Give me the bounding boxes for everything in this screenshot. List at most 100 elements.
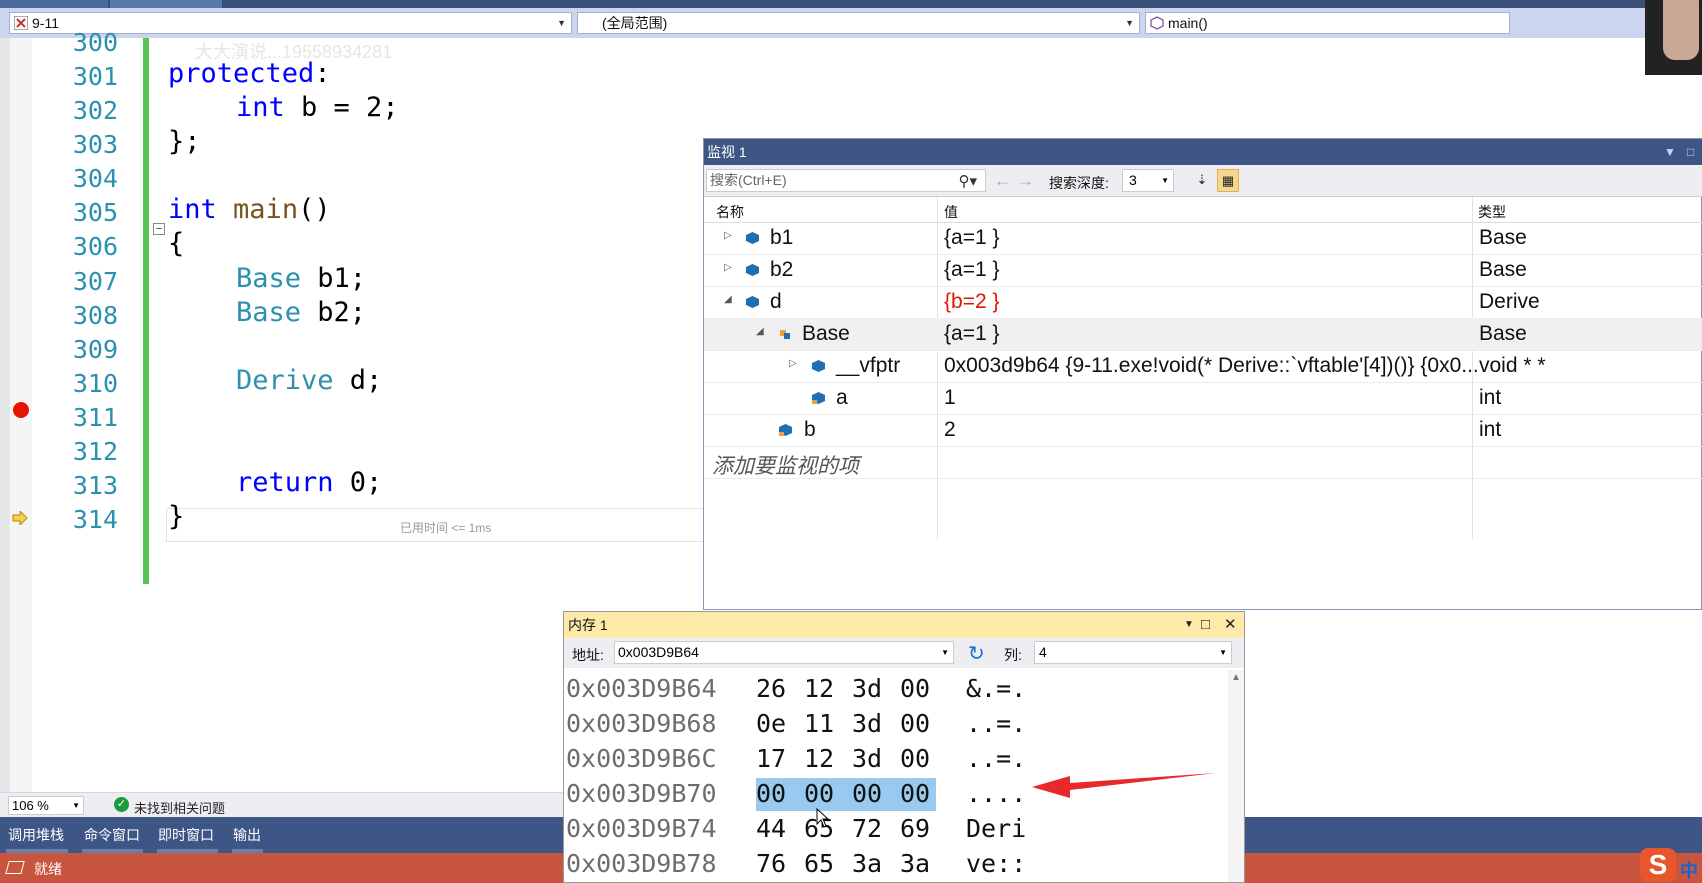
memory-byte[interactable]: 3d bbox=[852, 709, 882, 738]
memory-byte[interactable]: 12 bbox=[804, 744, 834, 773]
watch-row[interactable]: ◢ d {b=2 } Derive bbox=[704, 287, 1702, 319]
memory-byte[interactable]: 11 bbox=[804, 709, 834, 738]
status-ready-text: 就绪 bbox=[34, 861, 62, 877]
memory-byte[interactable]: 00 bbox=[804, 779, 834, 808]
maximize-icon[interactable]: □ bbox=[1201, 612, 1210, 638]
memory-byte[interactable]: 3a bbox=[900, 849, 930, 878]
memory-byte[interactable]: 3a bbox=[852, 849, 882, 878]
expand-arrow-icon[interactable]: ▷ bbox=[789, 358, 797, 369]
header-name[interactable]: 名称 bbox=[716, 202, 744, 222]
line-number: 311 bbox=[72, 403, 118, 432]
memory-title-bar: 内存 1 ▼ □ ✕ bbox=[564, 612, 1244, 638]
line-number: 312 bbox=[72, 437, 118, 466]
ime-mode-badge[interactable]: 中 bbox=[1680, 857, 1698, 883]
code-text: b1; bbox=[301, 263, 367, 294]
memory-byte[interactable]: 69 bbox=[900, 814, 930, 843]
line-number: 301 bbox=[72, 62, 118, 91]
line-number: 310 bbox=[72, 369, 118, 398]
watch-row[interactable]: ▷ b2 {a=1 } Base bbox=[704, 255, 1702, 287]
memory-byte[interactable]: 00 bbox=[900, 744, 930, 773]
type-name: Base bbox=[236, 297, 302, 328]
issues-label[interactable]: 未找到相关问题 bbox=[134, 798, 225, 817]
header-type[interactable]: 类型 bbox=[1478, 202, 1506, 222]
variable-icon bbox=[746, 232, 759, 244]
watch-row[interactable]: ▷ b1 {a=1 } Base bbox=[704, 223, 1702, 255]
watch-title-bar: 监视 1 ▼ □ bbox=[704, 139, 1702, 165]
tab-call-stack[interactable]: 调用堆栈 bbox=[8, 825, 64, 845]
watch-row[interactable]: ▷ __vfptr 0x003d9b64 {9-11.exe!void(* De… bbox=[704, 351, 1702, 383]
expand-arrow-icon[interactable]: ▷ bbox=[724, 262, 732, 273]
address-input[interactable]: 0x003D9B64 ▼ bbox=[614, 641, 954, 664]
status-ready-icon bbox=[5, 861, 25, 874]
line-number: 302 bbox=[72, 96, 118, 125]
memory-address: 0x003D9B6C bbox=[566, 744, 717, 773]
memory-byte[interactable]: 00 bbox=[756, 779, 786, 808]
scroll-up-icon[interactable]: ▲ bbox=[1231, 672, 1241, 683]
code-text: 0; bbox=[333, 467, 383, 498]
memory-byte[interactable]: 00 bbox=[900, 709, 930, 738]
memory-byte[interactable]: 3d bbox=[852, 674, 882, 703]
collapse-arrow-icon[interactable]: ◢ bbox=[724, 294, 732, 305]
ime-logo-icon[interactable]: S bbox=[1640, 848, 1676, 882]
header-value[interactable]: 值 bbox=[944, 202, 958, 222]
watch-row[interactable]: ◢ Base {a=1 } Base bbox=[704, 319, 1702, 351]
tab-output[interactable]: 输出 bbox=[233, 825, 261, 845]
columns-combo[interactable]: 4 ▼ bbox=[1034, 641, 1232, 664]
memory-byte[interactable]: 17 bbox=[756, 744, 786, 773]
dropdown-icon[interactable]: ▼ bbox=[1664, 139, 1676, 165]
memory-byte[interactable]: 65 bbox=[804, 849, 834, 878]
collapse-arrow-icon[interactable]: ◢ bbox=[756, 326, 764, 337]
add-watch-placeholder[interactable]: 添加要监视的项 bbox=[712, 450, 859, 480]
code-line-307: Base b1; bbox=[236, 263, 366, 294]
memory-byte[interactable]: 44 bbox=[756, 814, 786, 843]
memory-byte[interactable]: 0e bbox=[756, 709, 786, 738]
code-text: b2; bbox=[301, 297, 367, 328]
hex-display-icon[interactable]: ▦ bbox=[1217, 169, 1239, 192]
breakpoint-icon[interactable] bbox=[13, 402, 29, 418]
memory-byte[interactable]: 00 bbox=[900, 779, 930, 808]
watch-name: a bbox=[836, 386, 848, 409]
search-depth-combo[interactable]: 3 ▼ bbox=[1122, 169, 1174, 192]
memory-byte[interactable]: 72 bbox=[852, 814, 882, 843]
protected-field-icon bbox=[812, 392, 825, 404]
expand-arrow-icon[interactable]: ▷ bbox=[724, 230, 732, 241]
memory-byte[interactable]: 76 bbox=[756, 849, 786, 878]
current-statement-arrow-icon bbox=[12, 511, 28, 525]
search-icon[interactable]: ⚲▾ bbox=[958, 171, 977, 192]
collapse-toggle[interactable]: − bbox=[153, 223, 165, 235]
back-arrow-icon[interactable]: ← bbox=[994, 171, 1011, 191]
watch-search-input[interactable]: 搜索(Ctrl+E) ⚲▾ bbox=[706, 169, 986, 192]
code-text: : bbox=[314, 58, 331, 89]
code-text: d; bbox=[333, 365, 383, 396]
scope-combo[interactable]: (全局范围) ▼ bbox=[577, 12, 1140, 34]
memory-byte[interactable]: 00 bbox=[852, 779, 882, 808]
function-combo[interactable]: main() bbox=[1145, 12, 1510, 34]
code-text: () bbox=[298, 194, 331, 225]
doc-tab-2[interactable] bbox=[110, 0, 222, 8]
doc-tab-1[interactable] bbox=[0, 0, 108, 8]
zoom-combo[interactable]: 106 % ▼ bbox=[8, 796, 84, 815]
memory-byte[interactable]: 3d bbox=[852, 744, 882, 773]
watch-row[interactable]: a 1 int bbox=[704, 383, 1702, 415]
pin-filter-icon[interactable]: ⇣ bbox=[1191, 169, 1213, 192]
line-number: 313 bbox=[72, 471, 118, 500]
close-icon[interactable]: ✕ bbox=[1224, 612, 1237, 638]
forward-arrow-icon[interactable]: → bbox=[1017, 171, 1034, 191]
refresh-icon[interactable]: ↻ bbox=[968, 641, 985, 666]
memory-scrollbar[interactable]: ▲ bbox=[1228, 670, 1244, 882]
memory-line: 0x003D9B74 44 65 72 69 Deri bbox=[564, 812, 1026, 847]
memory-byte[interactable]: 26 bbox=[756, 674, 786, 703]
tab-immediate-window[interactable]: 即时窗口 bbox=[158, 825, 214, 845]
watch-type: Base bbox=[1479, 226, 1527, 249]
add-watch-row[interactable]: 添加要监视的项 bbox=[704, 447, 1702, 479]
keyword: int bbox=[236, 92, 285, 123]
dropdown-icon[interactable]: ▼ bbox=[1184, 612, 1194, 638]
memory-byte[interactable]: 00 bbox=[900, 674, 930, 703]
memory-byte[interactable]: 12 bbox=[804, 674, 834, 703]
variable-icon bbox=[746, 264, 759, 276]
maximize-icon[interactable]: □ bbox=[1687, 139, 1694, 165]
watch-row[interactable]: b 2 int bbox=[704, 415, 1702, 447]
line-number: 304 bbox=[72, 164, 118, 193]
document-tab-strip bbox=[0, 0, 1645, 8]
tab-command-window[interactable]: 命令窗口 bbox=[84, 825, 140, 845]
